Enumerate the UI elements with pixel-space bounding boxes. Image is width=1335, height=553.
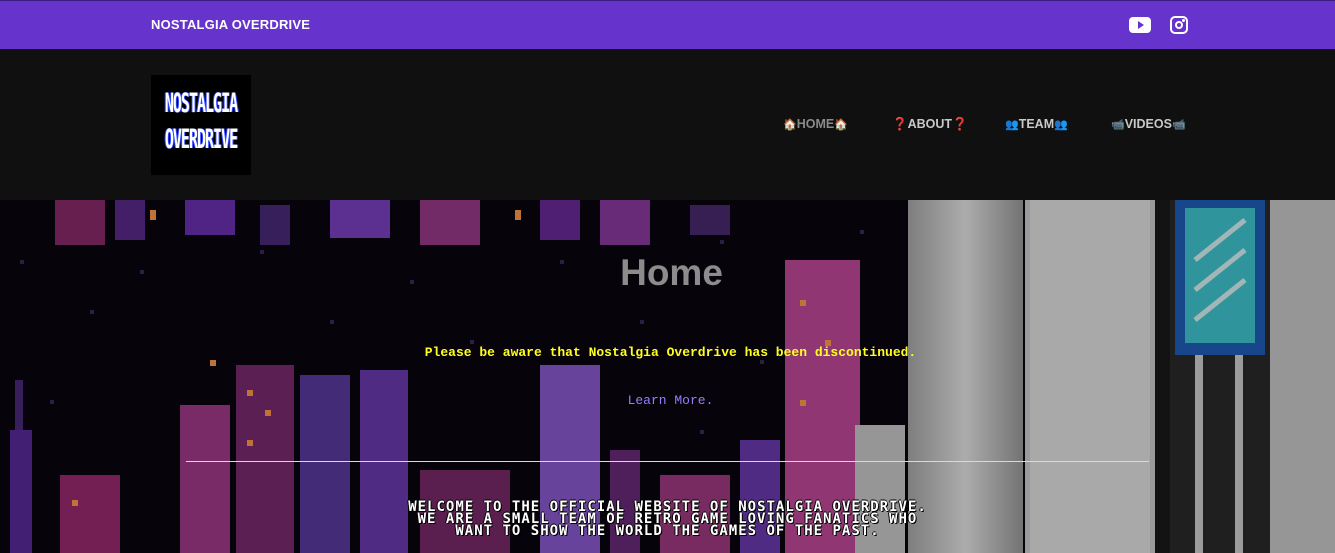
camera-icon: 📹 bbox=[1171, 119, 1186, 131]
nav-videos-label: VIDEOS bbox=[1124, 117, 1172, 131]
nav-home[interactable]: 🏠HOME🏠 bbox=[783, 117, 848, 131]
instagram-icon[interactable] bbox=[1170, 16, 1188, 34]
top-bar: NOSTALGIA OVERDRIVE bbox=[0, 0, 1335, 49]
house-icon: 🏠 bbox=[834, 119, 848, 131]
youtube-icon[interactable] bbox=[1129, 17, 1151, 33]
camera-icon: 📹 bbox=[1111, 119, 1125, 131]
site-logo[interactable]: NOSTALGIA OVERDRIVE bbox=[151, 75, 251, 175]
nav-about[interactable]: ❓ABOUT❓ bbox=[892, 117, 968, 132]
welcome-line-3: want to show the world the games of the … bbox=[455, 523, 880, 539]
question-icon: ❓ bbox=[952, 117, 968, 131]
page-title: Home bbox=[620, 252, 723, 293]
hero-section: Home Please be aware that Nostalgia Over… bbox=[0, 200, 1335, 553]
house-icon: 🏠 bbox=[783, 119, 797, 131]
nav-videos[interactable]: 📹VIDEOS📹 bbox=[1111, 117, 1186, 131]
nav-team-label: TEAM bbox=[1018, 117, 1055, 131]
nav-home-label: HOME bbox=[796, 117, 835, 131]
logo-line-2: OVERDRIVE bbox=[164, 122, 238, 156]
nav-team[interactable]: 👥TEAM👥 bbox=[1005, 117, 1068, 131]
question-icon: ❓ bbox=[892, 117, 908, 131]
divider bbox=[186, 461, 1149, 462]
welcome-text: Welcome to the official website of Nosta… bbox=[0, 500, 1335, 539]
people-icon: 👥 bbox=[1054, 119, 1068, 131]
people-icon: 👥 bbox=[1005, 119, 1019, 131]
learn-more-link[interactable]: Learn More. bbox=[0, 393, 1335, 408]
nav-about-label: ABOUT bbox=[907, 117, 953, 131]
site-name[interactable]: NOSTALGIA OVERDRIVE bbox=[151, 17, 310, 32]
discontinued-notice: Please be aware that Nostalgia Overdrive… bbox=[424, 345, 917, 360]
site-header: NOSTALGIA OVERDRIVE 🏠HOME🏠 ❓ABOUT❓ 👥TEAM… bbox=[0, 49, 1335, 200]
